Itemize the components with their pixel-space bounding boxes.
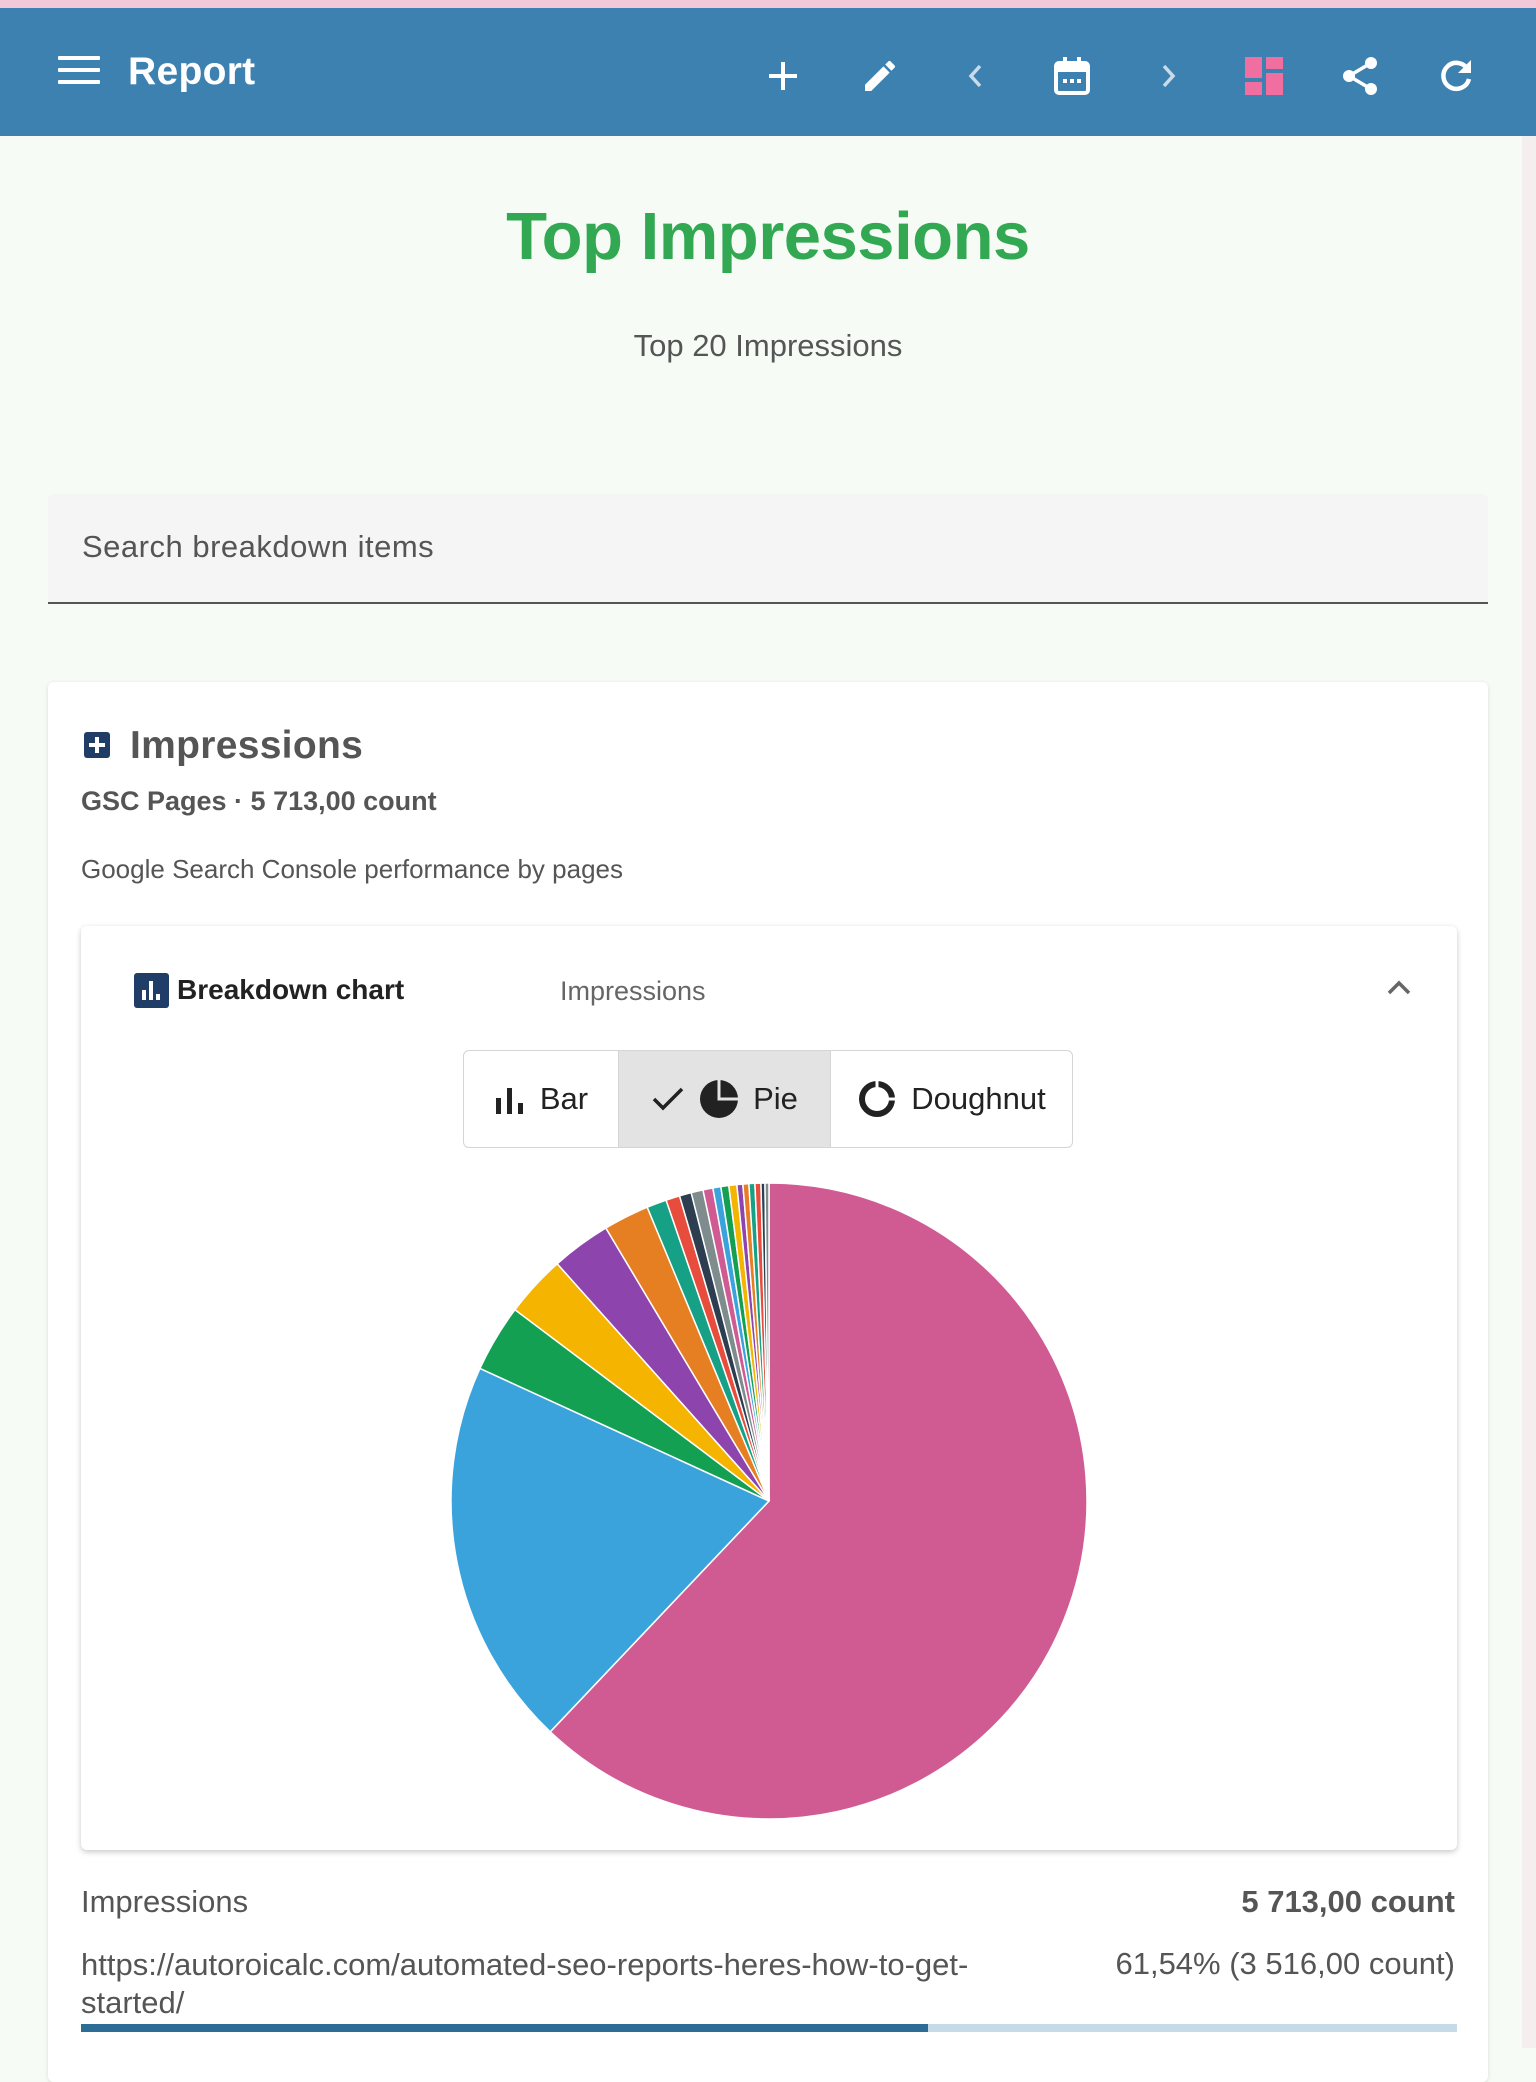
- edit-icon: [865, 60, 896, 91]
- refresh-icon: [1441, 60, 1472, 92]
- breakdown-metric-label: Impressions: [560, 976, 706, 1006]
- page-title: Top Impressions: [506, 199, 1030, 274]
- breakdown-chart-panel: Breakdown chart Impressions Bar Pie Doug…: [81, 926, 1457, 1850]
- check-icon: [652, 1087, 684, 1111]
- app-title: Report: [128, 50, 256, 93]
- dashboard-button[interactable]: [1236, 48, 1292, 104]
- summary-label: Impressions: [81, 1884, 249, 1919]
- calendar-icon: [1054, 57, 1090, 95]
- next-period-button[interactable]: [1140, 48, 1196, 104]
- previous-period-button[interactable]: [948, 48, 1004, 104]
- add-icon: [769, 62, 797, 90]
- app-bar: Report: [0, 8, 1536, 136]
- search-field[interactable]: [48, 494, 1488, 604]
- chart-type-pie-label: Pie: [753, 1081, 798, 1116]
- card-description: Google Search Console performance by pag…: [81, 854, 623, 884]
- card-meta: GSC Pages · 5 713,00 count: [81, 786, 437, 816]
- chart-type-bar-label: Bar: [539, 1081, 589, 1116]
- menu-icon[interactable]: [58, 56, 100, 90]
- impressions-card: Impressions GSC Pages · 5 713,00 count G…: [48, 682, 1488, 2082]
- breakdown-item-progress-fill: [81, 2024, 928, 2032]
- chart-type-doughnut-label: Doughnut: [911, 1081, 1046, 1116]
- pie-chart-icon: [700, 1080, 739, 1118]
- bar-chart-icon: [495, 1088, 523, 1114]
- page-edge: [1522, 136, 1536, 2048]
- search-input[interactable]: [80, 528, 1464, 566]
- edit-button[interactable]: [852, 48, 908, 104]
- breakdown-item-value: 61,54% (3 516,00 count): [1115, 1946, 1455, 1981]
- breakdown-chart-label: Breakdown chart: [177, 974, 405, 1005]
- bar-chart-icon: [134, 973, 169, 1008]
- chart-type-bar[interactable]: Bar: [464, 1051, 618, 1147]
- refresh-button[interactable]: [1428, 48, 1484, 104]
- chevron-left-icon: [968, 64, 982, 88]
- table-icon: [84, 732, 110, 758]
- chart-type-toggle: Bar Pie Doughnut: [463, 1050, 1073, 1148]
- breakdown-item-progress: [81, 2024, 1457, 2032]
- card-title: Impressions: [130, 724, 364, 767]
- top-accent-strip: [0, 0, 1536, 8]
- summary-total: 5 713,00 count: [1241, 1884, 1455, 1919]
- chart-type-doughnut[interactable]: Doughnut: [830, 1051, 1072, 1147]
- calendar-button[interactable]: [1044, 48, 1100, 104]
- share-icon: [1343, 57, 1377, 95]
- dashboard-icon: [1245, 57, 1283, 95]
- pie-chart: [450, 1182, 1088, 1820]
- share-button[interactable]: [1332, 48, 1388, 104]
- page-subtitle: Top 20 Impressions: [633, 328, 903, 363]
- chevron-up-icon[interactable]: [1381, 970, 1417, 1006]
- chevron-right-icon: [1162, 64, 1176, 88]
- chart-type-pie[interactable]: Pie: [618, 1051, 830, 1147]
- add-button[interactable]: [755, 48, 811, 104]
- doughnut-chart-icon: [859, 1080, 897, 1117]
- breakdown-item-url[interactable]: https://autoroicalc.com/automated-seo-re…: [81, 1946, 1061, 2022]
